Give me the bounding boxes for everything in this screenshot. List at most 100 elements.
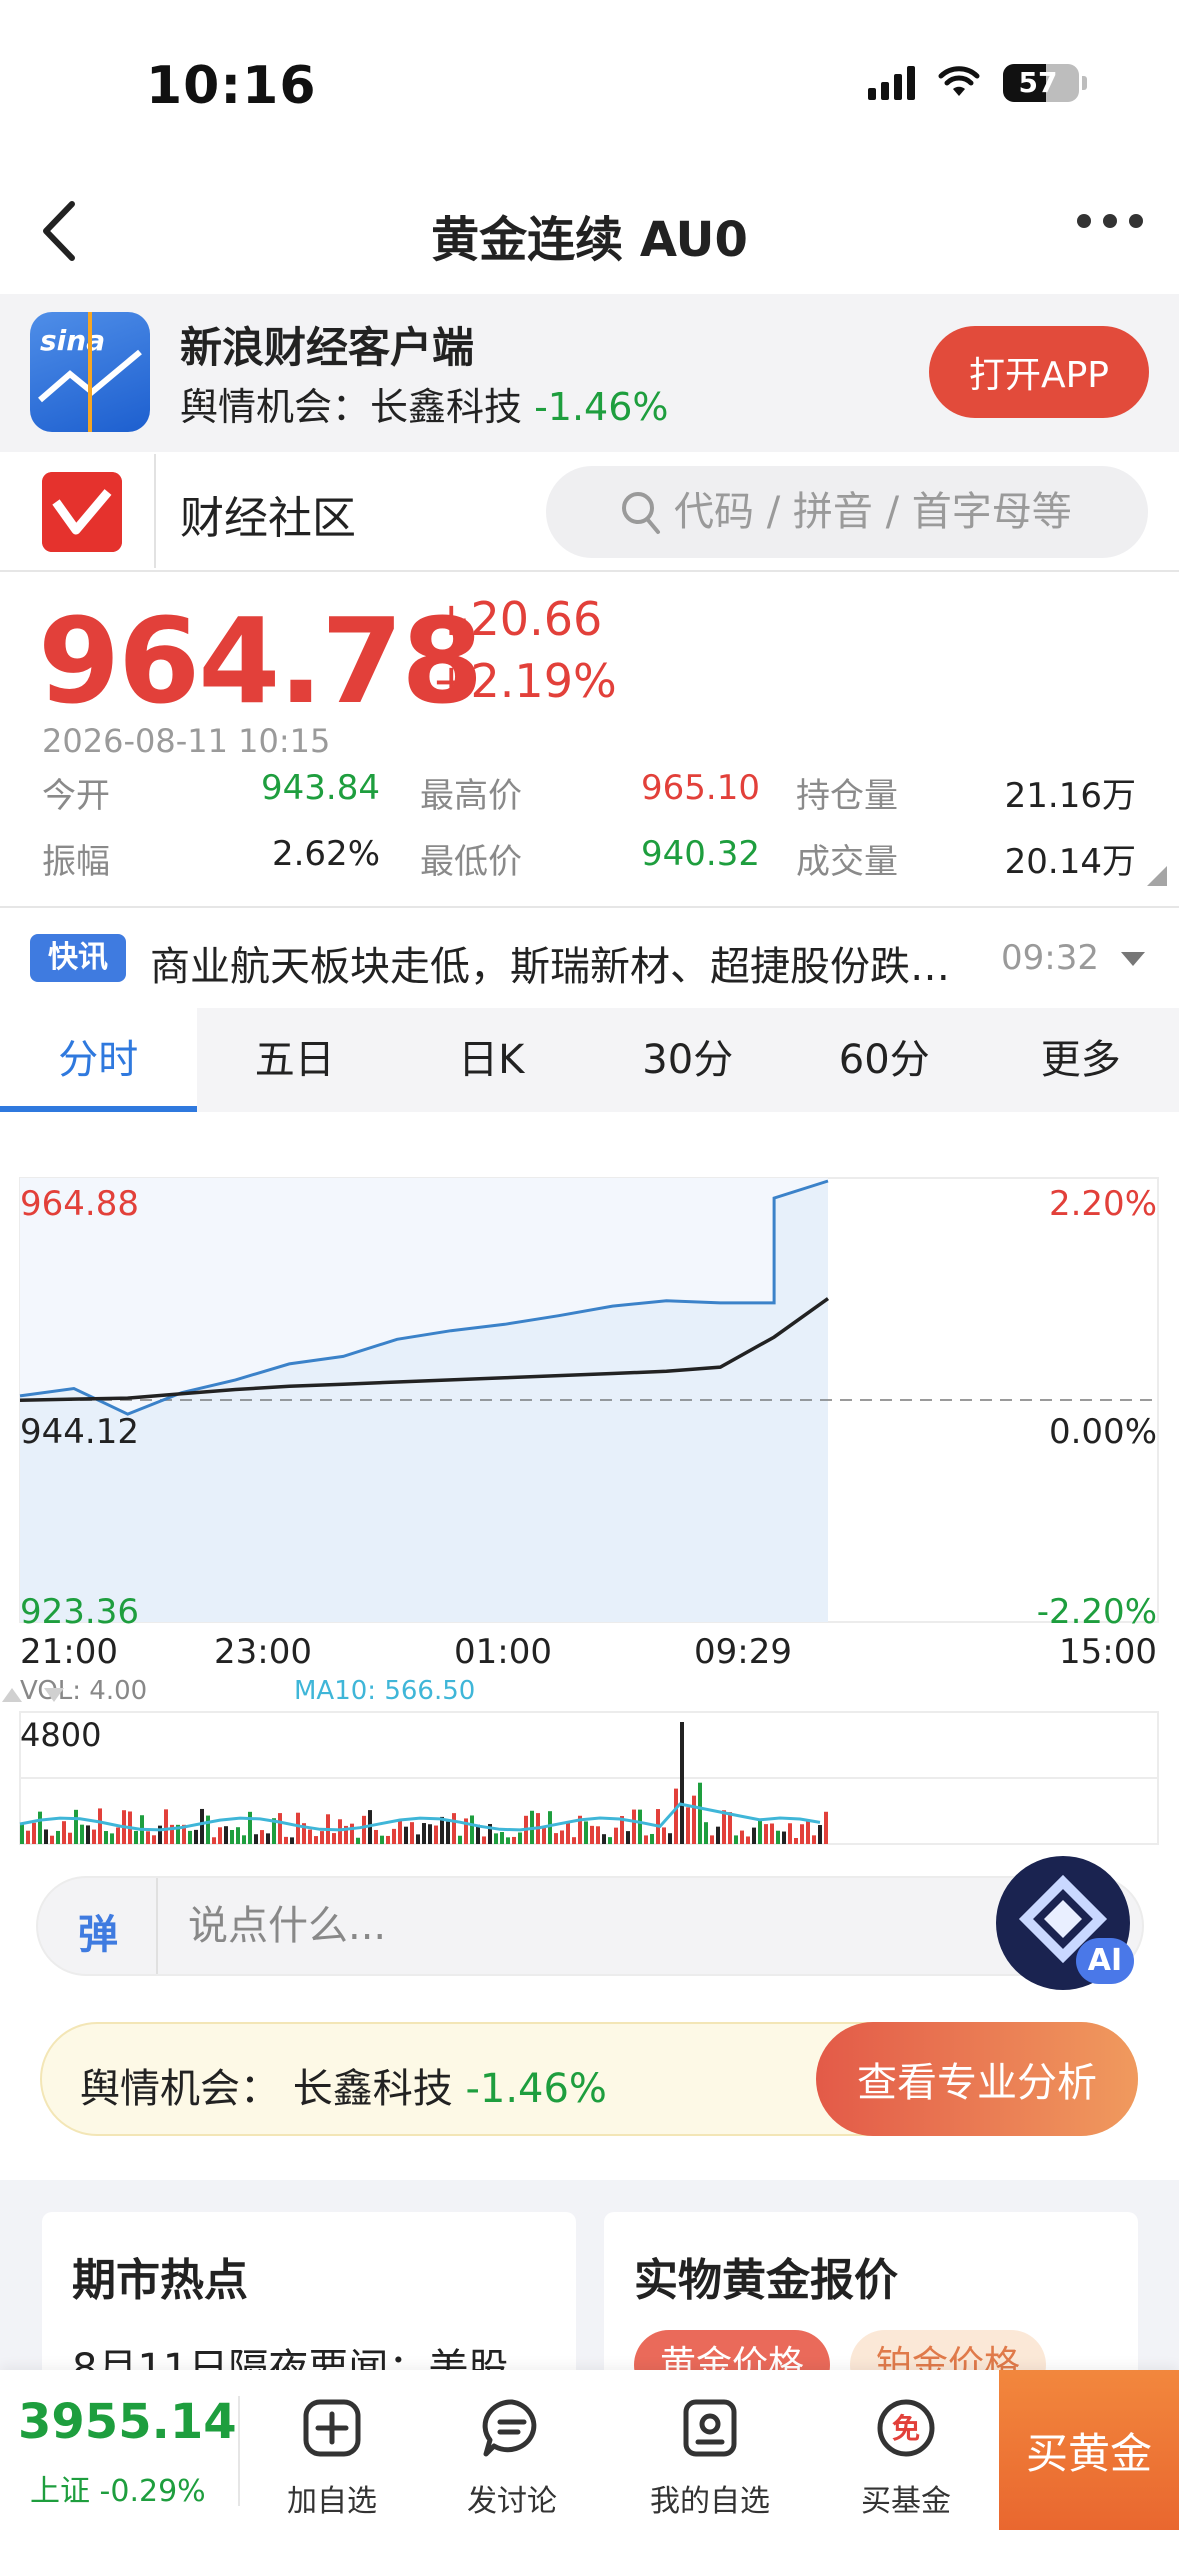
pct-label-mid: 0.00%	[1048, 1412, 1157, 1452]
intraday-chart[interactable]: 964.88 944.12 923.36 2.20% 0.00% -2.20% …	[0, 1112, 1179, 1852]
volume-toggle-icon[interactable]	[0, 1684, 66, 1706]
volume-bar	[434, 1825, 438, 1844]
volume-bar	[248, 1811, 252, 1844]
volume-bar	[518, 1832, 522, 1844]
volume-bar	[392, 1828, 396, 1844]
opinion-banner[interactable]: 舆情机会： 长鑫科技 -1.46% 查看专业分析	[40, 2022, 1138, 2136]
comment-input[interactable]	[188, 1878, 988, 1974]
volume-bar	[38, 1811, 42, 1844]
flash-news-text[interactable]: 商业航天板块走低，斯瑞新材、超捷股份跌…	[150, 934, 1000, 992]
flash-news-bar[interactable]: 快讯 商业航天板块走低，斯瑞新材、超捷股份跌… 09:32	[0, 908, 1179, 1008]
sina-app-logo: sina	[30, 312, 150, 432]
search-box[interactable]	[546, 466, 1148, 558]
professional-analysis-button[interactable]: 查看专业分析	[816, 2022, 1138, 2136]
shanghai-index-value[interactable]: 3955.14	[18, 2394, 237, 2450]
stat-key-volume: 成交量	[796, 842, 898, 882]
tab-daily-k[interactable]: 日K	[393, 1008, 590, 1112]
battery-level: 57	[1018, 66, 1058, 99]
ai-assistant-button[interactable]: AI	[996, 1856, 1134, 1990]
stat-key-open: 今开	[42, 776, 110, 816]
expand-stats-icon[interactable]	[1147, 866, 1167, 886]
more-options-icon[interactable]	[1077, 214, 1143, 228]
volume-bar	[662, 1827, 666, 1844]
tab-five-day[interactable]: 五日	[197, 1008, 394, 1112]
volume-bar	[506, 1837, 510, 1844]
app-download-banner[interactable]: sina 新浪财经客户端 舆情机会：长鑫科技 -1.46% 打开APP	[0, 294, 1179, 452]
volume-bar	[800, 1824, 804, 1844]
add-watchlist-button[interactable]: 加自选	[252, 2396, 412, 2520]
volume-bar	[386, 1835, 390, 1844]
volume-bar	[62, 1821, 66, 1844]
volume-bar	[500, 1831, 504, 1844]
volume-bar	[80, 1824, 84, 1844]
volume-bar	[152, 1835, 156, 1844]
open-app-button[interactable]: 打开APP	[929, 326, 1149, 418]
shanghai-index-change[interactable]: 上证 -0.29%	[30, 2466, 206, 2510]
volume-bar	[212, 1837, 216, 1844]
search-icon	[622, 492, 660, 534]
stat-key-high: 最高价	[420, 776, 522, 816]
community-label[interactable]: 财经社区	[180, 482, 356, 546]
volume-bar	[566, 1822, 570, 1844]
volume-bar	[776, 1830, 780, 1844]
nav-bar: 黄金连续 AU0	[0, 170, 1179, 294]
tab-60min[interactable]: 60分	[786, 1008, 983, 1112]
volume-bar	[320, 1831, 324, 1844]
buy-fund-button[interactable]: 免 买基金	[826, 2396, 986, 2520]
volume-bar	[770, 1823, 774, 1844]
volume-bar	[416, 1834, 420, 1844]
y-label-top: 964.88	[20, 1184, 139, 1224]
x-label-0100: 01:00	[454, 1632, 552, 1672]
stat-value-amplitude: 2.62%	[271, 834, 380, 874]
volume-bar	[206, 1815, 210, 1844]
volume-bar	[356, 1837, 360, 1844]
banner-sub-change: -1.46%	[534, 385, 669, 429]
stat-value-high: 965.10	[641, 768, 760, 808]
status-time: 10:16	[146, 56, 317, 116]
tab-30min[interactable]: 30分	[590, 1008, 787, 1112]
opinion-change: -1.46%	[465, 2066, 607, 2112]
volume-bar	[644, 1835, 648, 1844]
volume-bar	[446, 1821, 450, 1844]
danmu-toggle-icon[interactable]: 弹	[78, 1902, 118, 1960]
post-discussion-button[interactable]: 发讨论	[432, 2396, 592, 2520]
volume-bar	[596, 1826, 600, 1844]
volume-bar	[242, 1835, 246, 1844]
comment-bar[interactable]: 弹	[36, 1876, 1144, 1976]
search-input[interactable]	[674, 466, 1134, 558]
volume-bar	[560, 1830, 564, 1844]
volume-bar	[362, 1815, 366, 1844]
flash-badge: 快讯	[30, 934, 126, 982]
volume-bar	[332, 1833, 336, 1844]
volume-bar	[734, 1835, 738, 1844]
volume-bar	[716, 1826, 720, 1844]
buy-gold-button[interactable]: 买黄金	[999, 2370, 1179, 2530]
volume-bar	[764, 1824, 768, 1844]
volume-bar	[278, 1813, 282, 1844]
volume-bar	[236, 1827, 240, 1844]
volume-bar	[188, 1830, 192, 1844]
pct-label-bottom: -2.20%	[1036, 1592, 1157, 1632]
volume-bar	[296, 1812, 300, 1844]
volume-bar	[584, 1821, 588, 1844]
tab-more[interactable]: 更多	[983, 1008, 1179, 1112]
volume-bar	[284, 1836, 288, 1844]
volume-bar	[650, 1833, 654, 1844]
volume-bar	[626, 1831, 630, 1844]
volume-bar	[374, 1829, 378, 1844]
volume-bar	[542, 1827, 546, 1844]
volume-bar	[482, 1836, 486, 1844]
page-title: 黄金连续 AU0	[431, 212, 748, 268]
tab-intraday[interactable]: 分时	[0, 1008, 197, 1112]
chevron-down-icon[interactable]	[1121, 952, 1145, 966]
chart-period-tabs: 分时 五日 日K 30分 60分 更多	[0, 1008, 1179, 1112]
volume-bar	[548, 1811, 552, 1844]
price-change-percent: +2.19%	[432, 654, 617, 708]
volume-bar	[746, 1836, 750, 1844]
post-discussion-label: 发讨论	[467, 2484, 557, 2519]
volume-bar	[104, 1831, 108, 1844]
my-watchlist-button[interactable]: 我的自选	[630, 2396, 790, 2520]
volume-bar	[602, 1834, 606, 1844]
physical-gold-title: 实物黄金报价	[634, 2255, 898, 2306]
community-logo-icon[interactable]	[42, 472, 122, 552]
